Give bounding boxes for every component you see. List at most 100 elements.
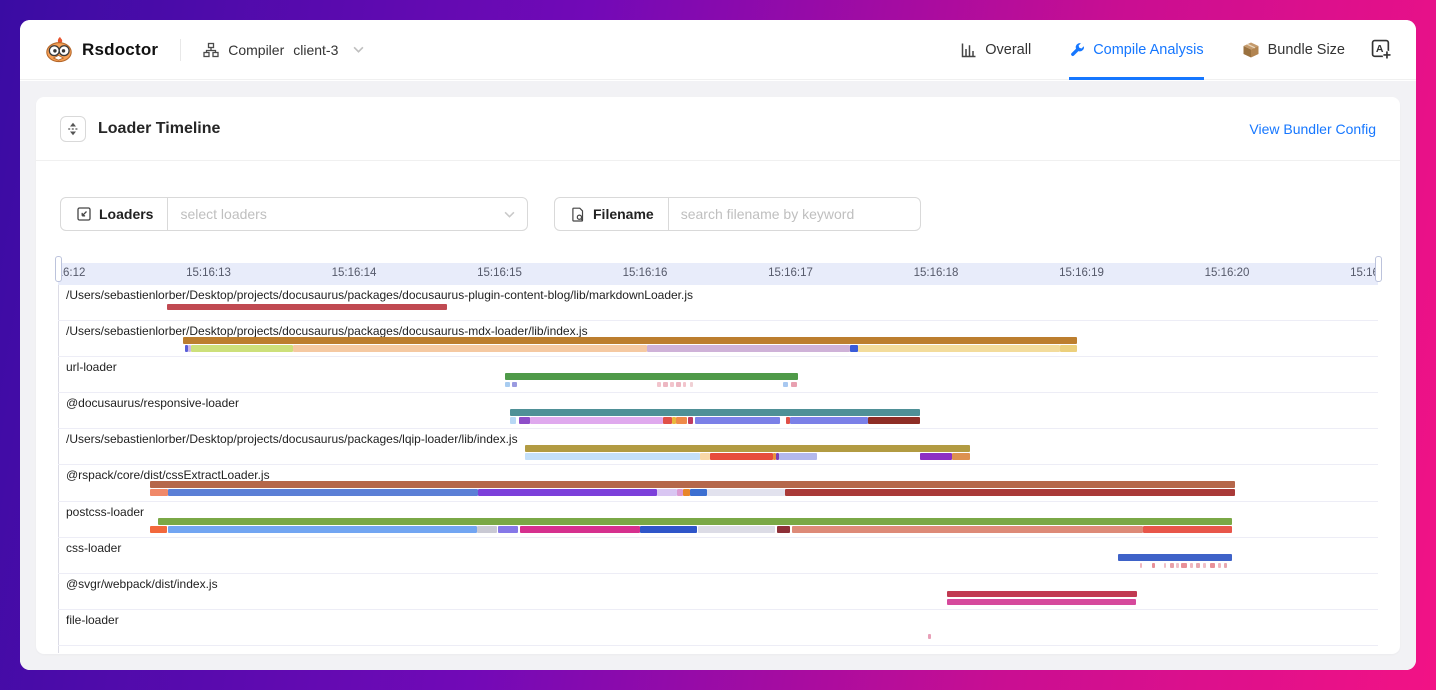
loader-span[interactable] bbox=[640, 526, 697, 533]
loader-span[interactable] bbox=[183, 337, 1077, 344]
timeline-row: url-loader bbox=[58, 357, 1378, 393]
loader-span[interactable] bbox=[505, 382, 510, 387]
loader-span[interactable] bbox=[519, 417, 530, 424]
tab-bundle-size[interactable]: Bundle Size bbox=[1242, 20, 1345, 80]
loader-span[interactable] bbox=[167, 304, 447, 310]
loader-span[interactable] bbox=[928, 634, 931, 639]
loader-span[interactable] bbox=[1190, 563, 1193, 568]
loader-span[interactable] bbox=[158, 518, 1232, 525]
loader-span[interactable] bbox=[525, 445, 970, 452]
loader-span[interactable] bbox=[790, 417, 868, 424]
loader-span[interactable] bbox=[150, 526, 167, 533]
loader-span[interactable] bbox=[1218, 563, 1221, 568]
loader-span[interactable] bbox=[510, 417, 516, 424]
loader-span[interactable] bbox=[670, 382, 674, 387]
loader-span[interactable] bbox=[168, 526, 477, 533]
loader-span[interactable] bbox=[779, 453, 817, 460]
loader-span[interactable] bbox=[858, 345, 1060, 352]
loader-span[interactable] bbox=[150, 481, 1235, 488]
compiler-select[interactable]: Compiler client-3 bbox=[203, 42, 364, 58]
loader-span[interactable] bbox=[710, 453, 773, 460]
font-size-toggle-button[interactable]: A bbox=[1371, 39, 1392, 60]
loader-span[interactable] bbox=[676, 417, 687, 424]
loader-span[interactable] bbox=[1164, 563, 1166, 568]
loader-span[interactable] bbox=[1176, 563, 1179, 568]
loader-span[interactable] bbox=[1210, 563, 1215, 568]
loader-span[interactable] bbox=[1196, 563, 1200, 568]
loader-span[interactable] bbox=[1060, 345, 1077, 352]
loader-span[interactable] bbox=[783, 382, 788, 387]
loader-span[interactable] bbox=[947, 599, 1136, 605]
filename-filter[interactable]: Filename bbox=[554, 197, 921, 231]
loader-span[interactable] bbox=[698, 526, 775, 533]
loader-span[interactable] bbox=[657, 382, 661, 387]
loader-span[interactable] bbox=[777, 526, 790, 533]
loader-span[interactable] bbox=[477, 526, 497, 533]
loader-span[interactable] bbox=[1143, 526, 1232, 533]
loader-span[interactable] bbox=[510, 409, 920, 416]
loader-span[interactable] bbox=[791, 382, 797, 387]
tab-compile-analysis[interactable]: Compile Analysis bbox=[1069, 20, 1203, 80]
loader-span[interactable] bbox=[690, 489, 707, 496]
chevron-down-icon bbox=[504, 209, 515, 220]
loader-span[interactable] bbox=[785, 489, 1235, 496]
loader-span[interactable] bbox=[688, 417, 693, 424]
time-tick-label: 15:16:15 bbox=[477, 267, 522, 279]
loader-span[interactable] bbox=[850, 345, 858, 352]
header-divider bbox=[180, 39, 181, 61]
time-tick-label: 15:16:14 bbox=[332, 267, 377, 279]
loader-span[interactable] bbox=[1203, 563, 1206, 568]
apartment-icon bbox=[203, 42, 219, 58]
loader-span[interactable] bbox=[1224, 563, 1227, 568]
loader-span[interactable] bbox=[792, 526, 1143, 533]
loader-span[interactable] bbox=[191, 345, 293, 352]
tab-label: Bundle Size bbox=[1268, 42, 1345, 58]
loader-span[interactable] bbox=[525, 453, 700, 460]
loader-span[interactable] bbox=[150, 489, 168, 496]
loader-span[interactable] bbox=[695, 417, 780, 424]
loader-span[interactable] bbox=[498, 526, 518, 533]
loader-span[interactable] bbox=[868, 417, 920, 424]
loader-span[interactable] bbox=[530, 417, 663, 424]
loader-span[interactable] bbox=[690, 382, 693, 387]
loader-span[interactable] bbox=[683, 382, 686, 387]
view-bundler-config-link[interactable]: View Bundler Config bbox=[1249, 121, 1376, 137]
loaders-select[interactable]: Loaders select loaders bbox=[60, 197, 528, 231]
loaders-select-field[interactable]: select loaders bbox=[168, 198, 527, 230]
loader-span[interactable] bbox=[520, 526, 640, 533]
brush-handle-right[interactable] bbox=[1375, 256, 1382, 282]
loader-span[interactable] bbox=[663, 417, 672, 424]
loader-span[interactable] bbox=[700, 453, 710, 460]
loader-row-label: postcss-loader bbox=[66, 505, 144, 519]
loader-span[interactable] bbox=[920, 453, 952, 460]
filename-search-input[interactable] bbox=[681, 206, 911, 222]
loader-span[interactable] bbox=[657, 489, 677, 496]
loader-span[interactable] bbox=[1181, 563, 1187, 568]
app-window: Rsdoctor Compiler client-3 bbox=[20, 20, 1416, 670]
loader-span[interactable] bbox=[947, 591, 1137, 597]
loader-span[interactable] bbox=[168, 489, 478, 496]
loader-span[interactable] bbox=[1152, 563, 1155, 568]
loader-row-label: url-loader bbox=[66, 360, 117, 374]
time-ruler[interactable]: 15:16:1215:16:1315:16:1415:16:1515:16:16… bbox=[58, 263, 1378, 285]
loader-span[interactable] bbox=[663, 382, 668, 387]
loader-span[interactable] bbox=[512, 382, 517, 387]
loader-span[interactable] bbox=[676, 382, 681, 387]
package-icon bbox=[1242, 41, 1260, 59]
loader-span[interactable] bbox=[683, 489, 690, 496]
loader-row-label: file-loader bbox=[66, 613, 119, 627]
panel-header: Loader Timeline View Bundler Config bbox=[36, 97, 1400, 161]
loader-span[interactable] bbox=[707, 489, 785, 496]
chevron-down-icon bbox=[353, 44, 364, 55]
loader-span[interactable] bbox=[478, 489, 657, 496]
row-height-toggle-button[interactable] bbox=[60, 116, 86, 142]
loader-span[interactable] bbox=[952, 453, 970, 460]
loader-span[interactable] bbox=[1140, 563, 1142, 568]
loader-span[interactable] bbox=[647, 345, 850, 352]
tab-overall[interactable]: Overall bbox=[961, 20, 1031, 80]
loader-span[interactable] bbox=[505, 373, 798, 380]
loader-span[interactable] bbox=[293, 345, 647, 352]
loader-span[interactable] bbox=[1170, 563, 1174, 568]
brush-handle-left[interactable] bbox=[55, 256, 62, 282]
loader-span[interactable] bbox=[1118, 554, 1232, 561]
